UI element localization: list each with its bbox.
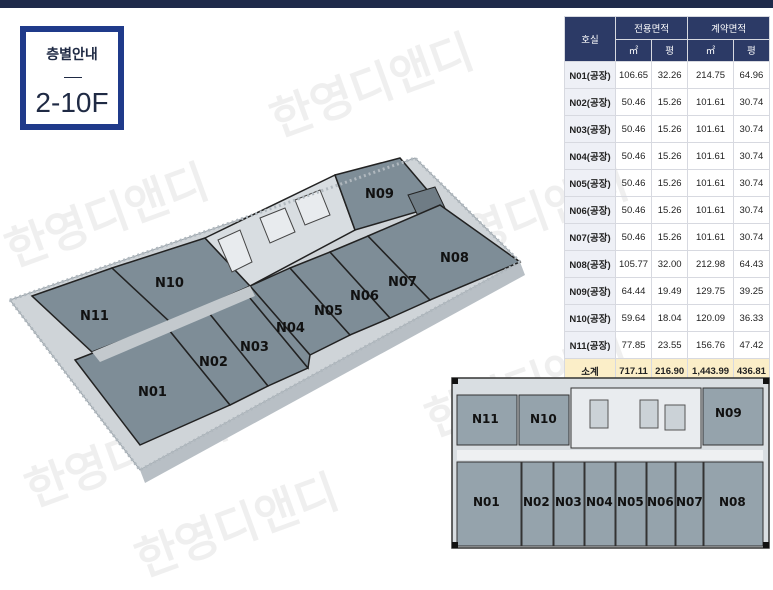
cell: 101.61 xyxy=(687,142,734,170)
cell: 30.74 xyxy=(732,115,771,143)
table-row: N10(공장) 59.64 18.04 120.09 36.33 xyxy=(564,304,771,332)
table-row: N04(공장) 50.46 15.26 101.61 30.74 xyxy=(564,142,771,170)
cell: 101.61 xyxy=(687,196,734,224)
header-exclusive-area: 전용면적 xyxy=(614,16,689,40)
cell: 212.98 xyxy=(687,250,734,278)
unit-m2: ㎡ xyxy=(687,38,734,62)
cell: 47.42 xyxy=(732,331,771,359)
room-cell: N08(공장) xyxy=(564,250,616,278)
cell: 64.96 xyxy=(732,61,771,89)
iso-label-n09: N09 xyxy=(365,187,394,202)
cell: 1,443.99 xyxy=(687,358,734,384)
cell: 30.74 xyxy=(732,223,771,251)
cell: 129.75 xyxy=(687,277,734,305)
room-cell: N02(공장) xyxy=(564,88,616,116)
cell: 30.74 xyxy=(732,196,771,224)
table-row: N11(공장) 77.85 23.55 156.76 47.42 xyxy=(564,331,771,359)
cell: 105.77 xyxy=(614,250,653,278)
cell: 15.26 xyxy=(651,142,689,170)
cell: 18.04 xyxy=(651,304,689,332)
cell: 101.61 xyxy=(687,169,734,197)
iso-label-n07: N07 xyxy=(388,275,417,290)
cell: 32.26 xyxy=(651,61,689,89)
iso-label-n02: N02 xyxy=(199,355,228,370)
room-cell: N07(공장) xyxy=(564,223,616,251)
cell: 50.46 xyxy=(614,88,653,116)
iso-label-n05: N05 xyxy=(314,304,343,319)
room-cell: N01(공장) xyxy=(564,61,616,89)
room-cell: N09(공장) xyxy=(564,277,616,305)
cell: 50.46 xyxy=(614,142,653,170)
table-row: N08(공장) 105.77 32.00 212.98 64.43 xyxy=(564,250,771,278)
table-row: N07(공장) 50.46 15.26 101.61 30.74 xyxy=(564,223,771,251)
cell: 50.46 xyxy=(614,115,653,143)
cell: 15.26 xyxy=(651,88,689,116)
table-total-row: 소계 717.11 216.90 1,443.99 436.81 xyxy=(564,358,771,384)
cell: 101.61 xyxy=(687,115,734,143)
cell: 15.26 xyxy=(651,223,689,251)
total-label: 소계 xyxy=(564,358,616,384)
iso-label-n03: N03 xyxy=(240,340,269,355)
cell: 436.81 xyxy=(732,358,771,384)
cell: 101.61 xyxy=(687,223,734,251)
iso-label-n01: N01 xyxy=(138,385,167,400)
area-table: 호실 전용면적 계약면적 ㎡ 평 ㎡ 평 N01(공장) 106.65 32.26 2… xyxy=(564,16,771,384)
cell: 36.33 xyxy=(732,304,771,332)
header-contract-area: 계약면적 xyxy=(687,16,770,40)
cell: 15.26 xyxy=(651,169,689,197)
table-row: N09(공장) 64.44 19.49 129.75 39.25 xyxy=(564,277,771,305)
room-cell: N11(공장) xyxy=(564,331,616,359)
cell: 50.46 xyxy=(614,196,653,224)
table-row: N03(공장) 50.46 15.26 101.61 30.74 xyxy=(564,115,771,143)
cell: 216.90 xyxy=(651,358,689,384)
header-room: 호실 xyxy=(564,16,616,62)
table-row: N06(공장) 50.46 15.26 101.61 30.74 xyxy=(564,196,771,224)
unit-py: 평 xyxy=(732,38,771,62)
cell: 39.25 xyxy=(732,277,771,305)
cell: 30.74 xyxy=(732,169,771,197)
room-cell: N03(공장) xyxy=(564,115,616,143)
table-row: N01(공장) 106.65 32.26 214.75 64.96 xyxy=(564,61,771,89)
iso-label-n11: N11 xyxy=(80,309,109,324)
iso-label-n10: N10 xyxy=(155,276,184,291)
cell: 19.49 xyxy=(651,277,689,305)
cell: 156.76 xyxy=(687,331,734,359)
cell: 106.65 xyxy=(614,61,653,89)
cell: 15.26 xyxy=(651,196,689,224)
iso-label-n04: N04 xyxy=(276,321,305,336)
cell: 717.11 xyxy=(614,358,653,384)
cell: 101.61 xyxy=(687,88,734,116)
cell: 32.00 xyxy=(651,250,689,278)
room-cell: N10(공장) xyxy=(564,304,616,332)
cell: 214.75 xyxy=(687,61,734,89)
unit-m2: ㎡ xyxy=(614,38,653,62)
unit-py: 평 xyxy=(651,38,689,62)
cell: 64.43 xyxy=(732,250,771,278)
room-cell: N04(공장) xyxy=(564,142,616,170)
room-cell: N06(공장) xyxy=(564,196,616,224)
table-row: N05(공장) 50.46 15.26 101.61 30.74 xyxy=(564,169,771,197)
cell: 59.64 xyxy=(614,304,653,332)
room-cell: N05(공장) xyxy=(564,169,616,197)
cell: 64.44 xyxy=(614,277,653,305)
iso-label-n06: N06 xyxy=(350,289,379,304)
table-row: N02(공장) 50.46 15.26 101.61 30.74 xyxy=(564,88,771,116)
cell: 23.55 xyxy=(651,331,689,359)
cell: 30.74 xyxy=(732,88,771,116)
cell: 15.26 xyxy=(651,115,689,143)
cell: 120.09 xyxy=(687,304,734,332)
cell: 77.85 xyxy=(614,331,653,359)
iso-label-n08: N08 xyxy=(440,251,469,266)
cell: 30.74 xyxy=(732,142,771,170)
cell: 50.46 xyxy=(614,169,653,197)
cell: 50.46 xyxy=(614,223,653,251)
